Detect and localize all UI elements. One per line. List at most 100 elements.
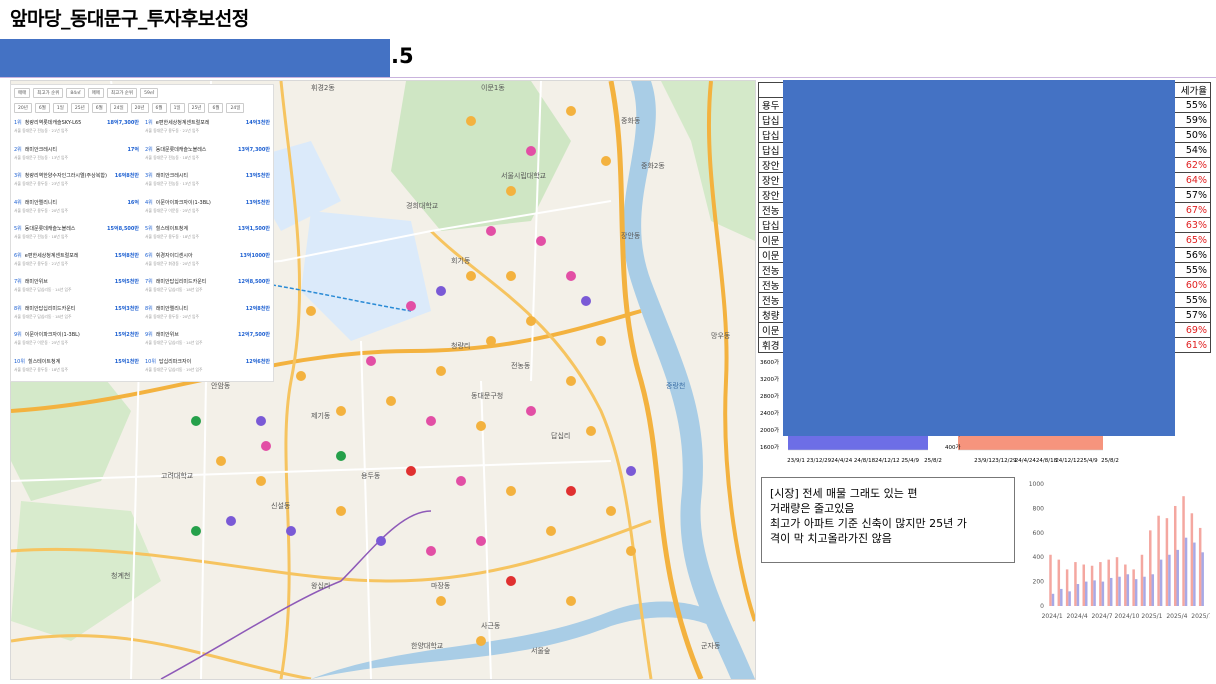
apartment-name: 래미안위브 — [24, 279, 48, 285]
ranking-rank: 10위 — [14, 358, 25, 365]
ranking-item[interactable]: 5위 동대문롯데캐슬노블레스 15억8,500만 서울 동대문구 전농동 · 18년 … — [14, 225, 139, 252]
bar — [1134, 579, 1138, 606]
x-tick-label: 2025/1 — [1141, 613, 1162, 620]
ranking-sub: 서울 동대문구 전농동 · 21년 입주 — [14, 128, 68, 133]
filter-type[interactable]: 매매 — [87, 88, 104, 98]
note-line: 최고가 아파트 기준 신축이 많지만 25년 가 — [770, 517, 967, 530]
ranking-item[interactable]: 3위 청량리역한양수자인그라시엘(주상복합) 16억8천만 서울 동대문구 용두동 ·… — [14, 172, 139, 199]
filter-type[interactable]: 매매 — [14, 88, 31, 98]
period-bar: 20년 6월 1일 25년 6월 24일 20년 6월 1일 25년 6월 24… — [11, 100, 273, 115]
bar — [1159, 559, 1163, 606]
bar — [1198, 527, 1202, 606]
map-label: 동대문구청 — [471, 392, 504, 400]
period-option[interactable]: 6월 — [208, 103, 224, 113]
bar — [1193, 542, 1196, 606]
filter-sort[interactable]: 최고가 순위 — [33, 88, 64, 98]
ranking-rank: 1위 — [145, 120, 153, 126]
ranking-item[interactable]: 3위 래미안크레시티 13억5천만 서울 동대문구 전농동 · 13년 입주 — [145, 172, 270, 199]
bar — [1076, 584, 1080, 606]
y-tick-label: 200 — [1033, 579, 1045, 586]
ranking-item[interactable]: 8위 래미안엘리니티 12억8천만 서울 동대문구 용두동 · 20년 입주 — [145, 305, 270, 332]
filter-sort[interactable]: 최고가 순위 — [106, 88, 138, 98]
map-label: 서울숲 — [531, 647, 551, 655]
ranking-item[interactable]: 10위 힐스테이트청계 15억1천만 서울 동대문구 용두동 · 18년 입주 — [14, 358, 139, 382]
ranking-item[interactable]: 4위 래미안엘리니티 16억 서울 동대문구 용두동 · 20년 입주 — [14, 199, 139, 226]
ranking-item[interactable]: 9위 이문아이파크자이(1-3BL) 15억2천만 서울 동대문구 이문동 · 25년… — [14, 331, 139, 358]
ranking-item[interactable]: 5위 힐스테이트청계 13억1,500만 서울 동대문구 용두동 · 18년 입주 — [145, 225, 270, 252]
period-option[interactable]: 25년 — [187, 103, 206, 113]
ranking-item[interactable]: 4위 이문아이파크자이(1-3BL) 13억5천만 서울 동대문구 이문동 · 25년… — [145, 199, 270, 226]
period-option[interactable]: 6월 — [91, 103, 107, 113]
ranking-rank: 2위 — [145, 146, 153, 153]
period-option[interactable]: 6월 — [34, 103, 50, 113]
tick-label: 3200가 — [760, 375, 779, 383]
period-option[interactable]: 24일 — [226, 103, 245, 113]
map-label: 망우동 — [711, 332, 731, 340]
ranking-price: 15억8,500만 — [107, 226, 139, 232]
ranking-item[interactable]: 8위 래미안답십리미드카운티 15억3천만 서울 동대문구 답십리동 · 18년 입주 — [14, 305, 139, 332]
period-option[interactable]: 1일 — [52, 103, 68, 113]
bar — [1151, 574, 1155, 606]
ranking-panel[interactable]: 매매 최고가 순위 84㎡ 매매 최고가 순위 59㎡ 20년 6월 1일 25… — [10, 84, 274, 382]
ranking-price: 15억3천만 — [114, 305, 139, 312]
ranking-item[interactable]: 6위 e편한세상청계센트럴포레 15억8천만 서울 동대문구 용두동 · 21년 입주 — [14, 252, 139, 279]
ranking-price: 12억8천만 — [245, 305, 270, 312]
filter-bar: 매매 최고가 순위 84㎡ 매매 최고가 순위 59㎡ — [11, 85, 273, 100]
x-tick-label: 2024/4 — [1067, 613, 1088, 620]
ranking-item[interactable]: 2위 래미안크레시티 17억 서울 동대문구 전농동 · 13년 입주 — [14, 146, 139, 173]
tick-label: 25/8/2 — [1101, 458, 1119, 464]
ranking-price: 15억8천만 — [114, 252, 139, 259]
period-option[interactable]: 1일 — [169, 103, 185, 113]
filter-size[interactable]: 84㎡ — [66, 88, 85, 98]
period-option[interactable]: 6월 — [151, 103, 167, 113]
bar — [1201, 552, 1204, 606]
ranking-item[interactable]: 2위 동대문롯데캐슬노블레스 13억7,300만 서울 동대문구 전농동 · 18년 … — [145, 146, 270, 173]
tick-label: 3600가 — [760, 358, 779, 366]
ranking-sub: 서울 동대문구 전농동 · 18년 입주 — [145, 154, 199, 160]
ranking-rank: 8위 — [145, 305, 153, 312]
ranking-item[interactable]: 7위 래미안위브 15억5천만 서울 동대문구 답십리동 · 14년 입주 — [14, 278, 139, 305]
ranking-column-59: 1위 e편한세상청계센트럴포레 14억3천만 서울 동대문구 용두동 · 21년 입주… — [145, 119, 270, 382]
x-tick-label: 2025/4 — [1166, 613, 1187, 620]
ranking-item[interactable]: 9위 래미안위브 12억7,500만 서울 동대문구 답십리동 · 14년 입주 — [145, 331, 270, 358]
period-option[interactable]: 20년 — [130, 103, 149, 113]
filter-size[interactable]: 59㎡ — [140, 88, 159, 98]
apartment-name: 래미안엘리니티 — [155, 305, 188, 312]
map-label: 이문1동 — [481, 84, 505, 92]
apartment-name: 이문아이파크자이(1-3BL) — [155, 199, 211, 206]
ranking-sub: 서울 동대문구 답십리동 · 19년 입주 — [145, 366, 203, 372]
bar — [1190, 513, 1194, 606]
bar — [1049, 554, 1052, 606]
period-option[interactable]: 24일 — [109, 103, 128, 113]
period-option[interactable]: 20년 — [14, 103, 32, 113]
bar — [1132, 569, 1135, 606]
x-tick-label: 2024/1 — [1042, 613, 1063, 620]
ranking-item[interactable]: 1위 청량리역롯데캐슬SKY-L65 18억7,300만 서울 동대문구 전농동 · … — [14, 119, 139, 146]
bar — [1107, 559, 1110, 606]
tick-label: 2800가 — [760, 392, 779, 400]
bar — [1168, 554, 1171, 606]
ranking-price: 13억5천만 — [245, 173, 270, 179]
tick-label: 25/4/9 — [901, 458, 919, 464]
ranking-sub: 서울 동대문구 전농동 · 13년 입주 — [145, 181, 199, 186]
bar — [1149, 530, 1152, 606]
ranking-price: 13억1,500만 — [238, 226, 270, 232]
ranking-item[interactable]: 6위 휘경자이디센시아 13억1000만 서울 동대문구 휘경동 · 20년 입주 — [145, 252, 270, 279]
ranking-sub: 서울 동대문구 이문동 · 25년 입주 — [14, 340, 68, 345]
ranking-price: 18억7,300만 — [107, 120, 139, 126]
bar — [1182, 496, 1185, 606]
ranking-item[interactable]: 10위 답십리파크자이 12억6천만 서울 동대문구 답십리동 · 19년 입주 — [145, 358, 270, 382]
ranking-item[interactable]: 1위 e편한세상청계센트럴포레 14억3천만 서울 동대문구 용두동 · 21년 입주 — [145, 119, 270, 146]
apartment-name: e편한세상청계센트럴포레 — [155, 120, 210, 126]
tick-label: 2000가 — [760, 426, 779, 434]
ranking-rank: 3위 — [14, 173, 22, 179]
ranking-sub: 서울 동대문구 답십리동 · 18년 입주 — [14, 313, 72, 319]
ranking-sub: 서울 동대문구 용두동 · 23년 입주 — [14, 181, 68, 186]
period-option[interactable]: 25년 — [70, 103, 89, 113]
tick-label: 24/12/12 — [1055, 458, 1080, 464]
ranking-price: 12억7,500만 — [238, 332, 270, 338]
ranking-price: 16억8천만 — [114, 173, 139, 179]
ranking-item[interactable]: 7위 래미안답십리미드카운티 12억8,500만 서울 동대문구 답십리동 · 18년… — [145, 278, 270, 305]
ranking-rank: 6위 — [145, 252, 153, 259]
ranking-rank: 1위 — [14, 120, 22, 126]
